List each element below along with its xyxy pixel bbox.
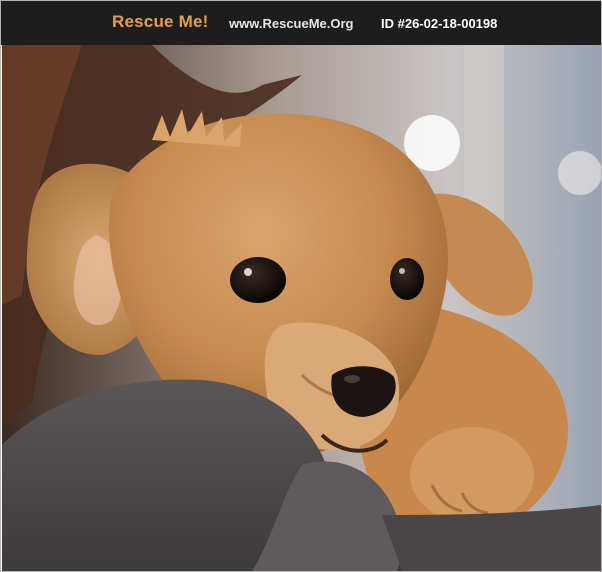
puppy-paw [410,427,534,523]
pet-card: Rescue Me! www.RescueMe.Org ID #26-02-18… [0,0,602,572]
pet-id-label: ID #26-02-18-00198 [381,16,498,31]
bokeh-light [558,151,601,195]
puppy-photo [2,45,601,571]
right-eye [390,258,424,300]
left-eye [230,257,286,303]
puppy-illustration [2,45,601,571]
left-eye-shine [244,268,252,276]
right-eye-shine [399,268,405,274]
nose-highlight [344,375,360,383]
site-url-link[interactable]: www.RescueMe.Org [229,16,354,31]
header-bar: Rescue Me! www.RescueMe.Org ID #26-02-18… [1,1,601,45]
brand-logo[interactable]: Rescue Me! [112,12,208,32]
